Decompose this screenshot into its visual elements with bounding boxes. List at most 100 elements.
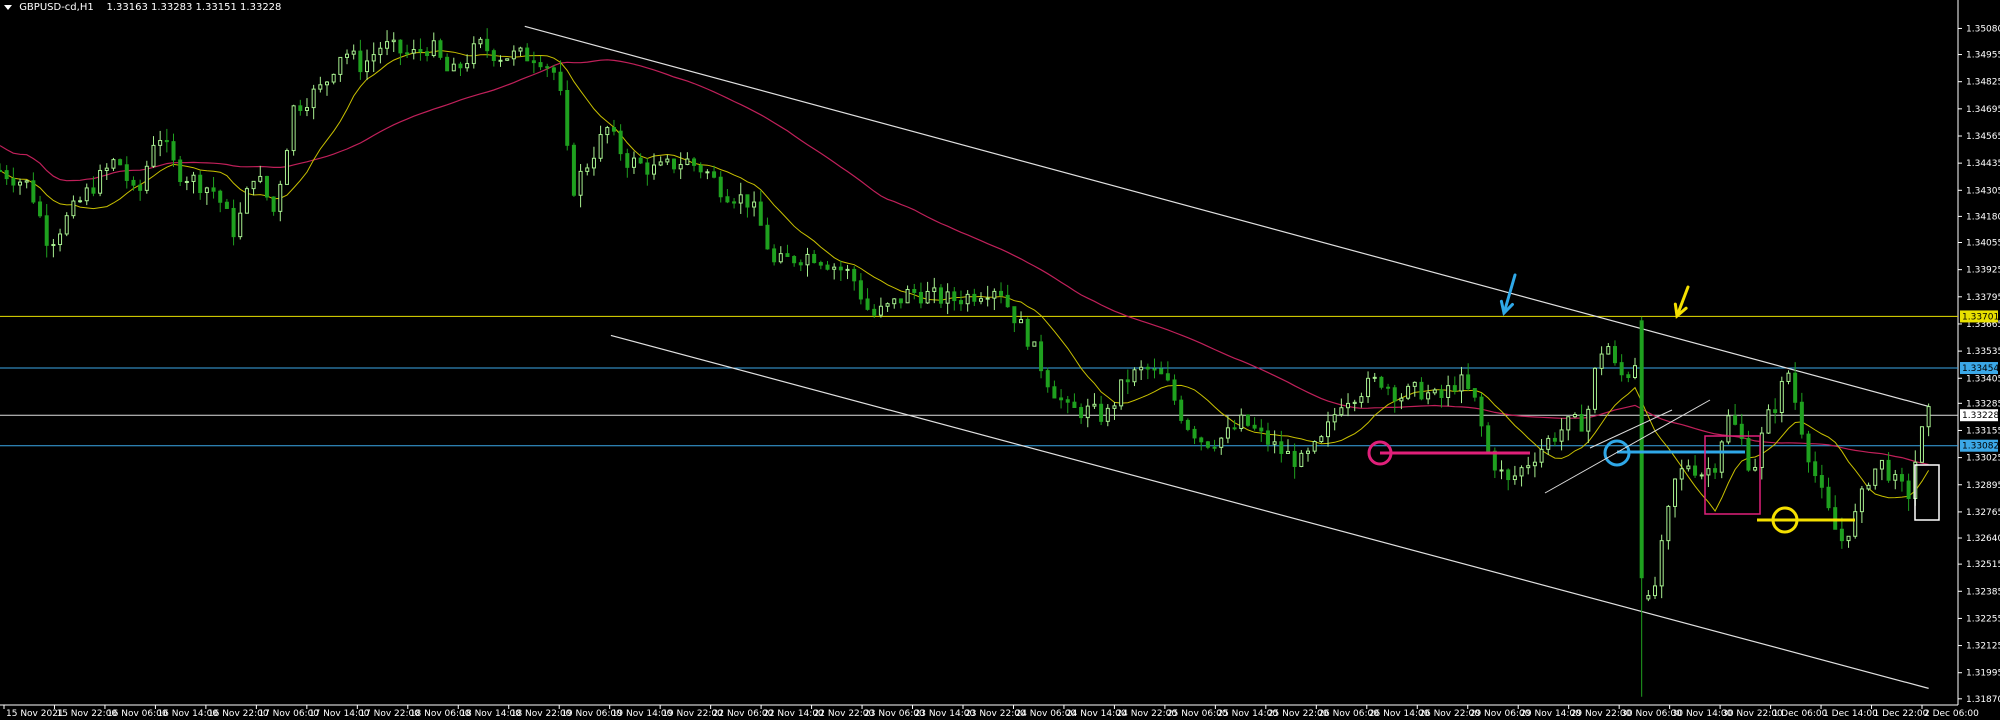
candle-body xyxy=(611,127,616,132)
y-tick-label: 1.33795 xyxy=(1966,293,2000,303)
price-label: 1.33454 xyxy=(1962,364,1999,374)
candle-body xyxy=(1406,385,1411,399)
candle-body xyxy=(1886,459,1891,481)
candle-body xyxy=(525,47,530,62)
y-tick-label: 1.34695 xyxy=(1966,105,2000,115)
candle-body xyxy=(1012,306,1017,324)
candle-body xyxy=(598,134,603,159)
y-tick-label: 1.34055 xyxy=(1966,239,2000,249)
candle-body xyxy=(211,187,216,192)
candle-body xyxy=(1179,399,1184,421)
candle-body xyxy=(1506,469,1511,481)
candle-body xyxy=(1386,386,1391,389)
candle-body xyxy=(131,179,136,186)
y-tick-label: 1.32765 xyxy=(1966,508,2000,518)
candle-body xyxy=(258,175,263,182)
candle-body xyxy=(1826,486,1831,509)
candle-body xyxy=(1305,450,1310,454)
candle-body xyxy=(271,196,276,212)
candle-body xyxy=(545,66,550,69)
candle-body xyxy=(1239,414,1244,429)
candle-body xyxy=(1346,402,1351,409)
candle-body xyxy=(471,43,476,65)
candle-body xyxy=(1753,466,1758,471)
candle-body xyxy=(1259,427,1264,432)
chart-window[interactable]: 1.35080 1.34955 1.34825 1.34695 1.34565 1.344… xyxy=(0,0,2000,720)
candle-body xyxy=(645,162,650,175)
candle-body xyxy=(405,52,410,55)
candle-body xyxy=(244,188,249,214)
candle-body xyxy=(758,201,763,226)
candle-body xyxy=(251,180,256,190)
candle-body xyxy=(999,290,1004,296)
y-tick-label: 1.33025 xyxy=(1966,454,2000,464)
moving-average-fast xyxy=(0,49,1930,512)
candle-body xyxy=(1412,381,1417,387)
candle-body xyxy=(551,67,556,73)
candle-body xyxy=(418,49,423,53)
candle-body xyxy=(511,50,516,60)
candle-body xyxy=(324,81,329,86)
candle-body xyxy=(952,291,957,302)
candle-body xyxy=(1419,381,1424,400)
candle-body xyxy=(1813,461,1818,477)
chart-menu-triangle-icon[interactable] xyxy=(4,5,12,10)
candle-body xyxy=(752,201,757,208)
candle-body xyxy=(458,63,463,69)
candle-body xyxy=(672,158,677,170)
candle-body xyxy=(1646,595,1651,600)
moving-average-slow xyxy=(0,59,1929,466)
candle-body xyxy=(431,40,436,57)
candle-body xyxy=(745,194,750,208)
candle-body xyxy=(738,194,743,204)
candle-body xyxy=(705,171,710,174)
candle-body xyxy=(531,60,536,64)
candle-body xyxy=(605,127,610,136)
candle-body xyxy=(558,71,563,91)
candle-body xyxy=(1225,427,1230,439)
candle-body xyxy=(1045,370,1050,388)
y-tick-label: 1.31995 xyxy=(1966,669,2000,679)
candle-body xyxy=(1399,397,1404,402)
candle-body xyxy=(1879,459,1884,470)
candle-body xyxy=(198,174,203,194)
candle-body xyxy=(1726,415,1731,443)
y-tick-label: 1.34435 xyxy=(1966,159,2000,169)
candle-body xyxy=(1205,441,1210,448)
candle-body xyxy=(38,201,43,217)
candle-body xyxy=(118,159,123,166)
y-tick-label: 1.32125 xyxy=(1966,642,2000,652)
candle-body xyxy=(1025,319,1030,347)
candle-body xyxy=(985,297,990,300)
candle-body xyxy=(491,50,496,61)
candle-body xyxy=(18,181,23,186)
candle-body xyxy=(371,54,376,62)
candle-body xyxy=(1125,379,1130,383)
candle-body xyxy=(885,303,890,307)
candle-body xyxy=(478,38,483,45)
candle-body xyxy=(84,187,89,202)
price-label: 1.33701 xyxy=(1962,312,1999,322)
candle-body xyxy=(852,268,857,282)
candle-body xyxy=(338,56,343,75)
candle-body xyxy=(1659,540,1664,587)
chart-canvas[interactable]: 1.35080 1.34955 1.34825 1.34695 1.34565 1.344… xyxy=(0,0,2000,720)
candle-body xyxy=(385,41,390,49)
candle-body xyxy=(538,62,543,68)
candle-body xyxy=(1846,535,1851,542)
candle-body xyxy=(585,167,590,172)
candle-body xyxy=(1833,507,1838,530)
candle-body xyxy=(1299,452,1304,467)
candle-body xyxy=(0,169,2,172)
candle-body xyxy=(578,170,583,196)
candle-body xyxy=(1579,413,1584,432)
candle-body xyxy=(171,141,176,161)
candle-body xyxy=(1426,392,1431,400)
candle-body xyxy=(1326,421,1331,438)
candle-body xyxy=(1285,450,1290,454)
candle-body xyxy=(1619,362,1624,376)
candle-body xyxy=(1526,465,1531,469)
candle-body xyxy=(638,157,643,164)
candle-body xyxy=(1119,379,1124,407)
y-tick-label: 1.31870 xyxy=(1966,695,2000,705)
